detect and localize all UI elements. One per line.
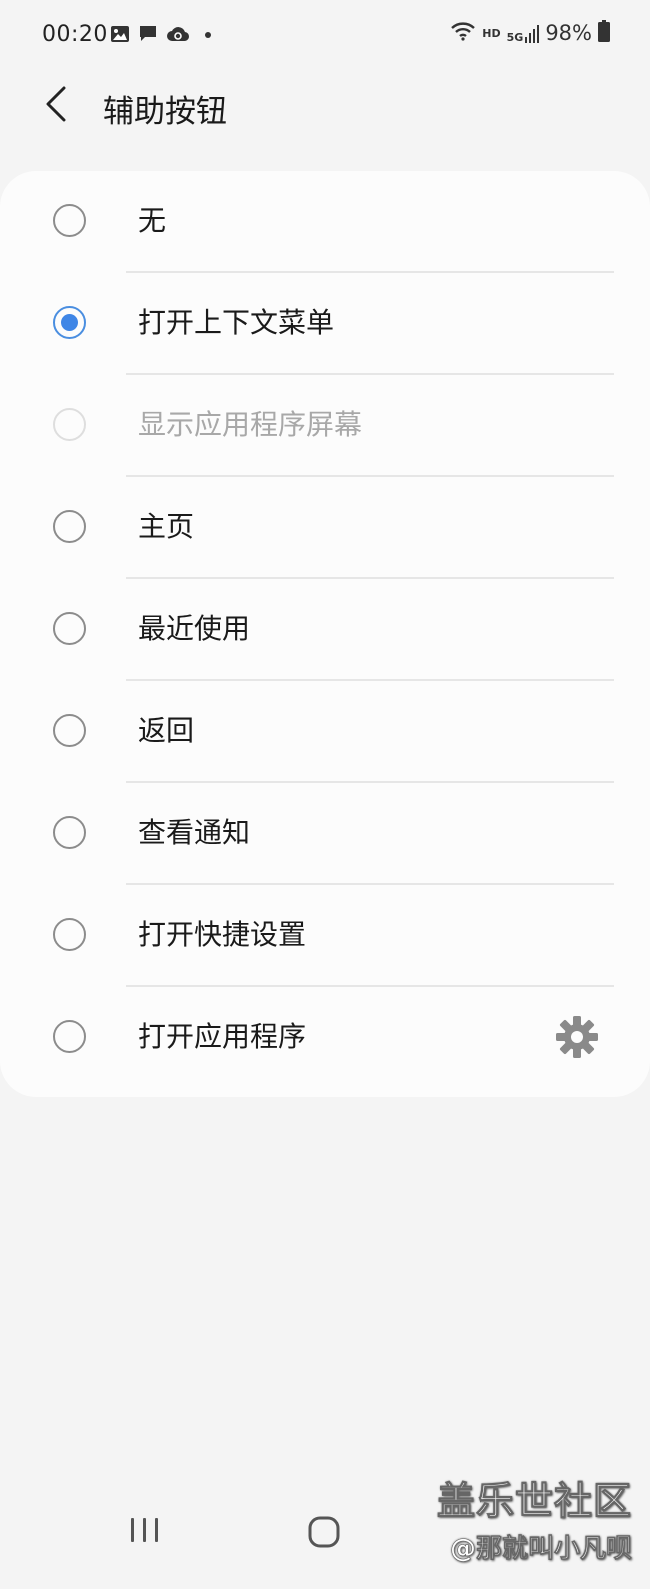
option-home[interactable]: 主页: [0, 477, 650, 579]
cloud-sync-icon: [166, 25, 190, 43]
radio-button-checked[interactable]: [53, 306, 86, 339]
option-label: 打开上下文菜单: [138, 306, 335, 339]
status-bar: 00:20 HD 5G 98%: [0, 0, 650, 72]
options-card: 无 打开上下文菜单 显示应用程序屏幕 主页 最近使用 返回 查看通知 打开快捷设…: [0, 171, 650, 1097]
chevron-left-icon: [44, 86, 68, 126]
radio-button[interactable]: [53, 918, 86, 951]
option-label: 查看通知: [138, 816, 251, 849]
option-show-apps-screen: 显示应用程序屏幕: [0, 375, 650, 477]
battery-percent: 98%: [545, 21, 592, 45]
option-label: 主页: [138, 510, 195, 543]
radio-button[interactable]: [53, 510, 86, 543]
hd-indicator: HD: [482, 26, 501, 40]
image-icon: [110, 25, 130, 43]
radio-button[interactable]: [53, 612, 86, 645]
option-label: 最近使用: [138, 612, 251, 645]
option-label: 返回: [138, 714, 195, 747]
gear-icon[interactable]: [554, 1014, 600, 1060]
signal-icon: 5G: [507, 23, 540, 43]
app-header: 辅助按钮: [0, 72, 650, 144]
option-label: 打开快捷设置: [138, 918, 307, 951]
option-recents[interactable]: 最近使用: [0, 579, 650, 681]
option-open-app[interactable]: 打开应用程序: [0, 987, 650, 1089]
option-view-notifications[interactable]: 查看通知: [0, 783, 650, 885]
nav-bar: [0, 1496, 650, 1589]
option-label: 无: [138, 204, 167, 237]
page-title: 辅助按钮: [103, 94, 227, 130]
option-none[interactable]: 无: [0, 171, 650, 273]
radio-button[interactable]: [53, 204, 86, 237]
message-icon: [138, 24, 158, 43]
radio-button-disabled: [53, 408, 86, 441]
radio-button[interactable]: [53, 1020, 86, 1053]
system-icons: HD 5G 98%: [450, 20, 610, 46]
battery-icon: [598, 20, 610, 46]
option-label: 显示应用程序屏幕: [138, 408, 363, 441]
notification-icons: [110, 24, 214, 43]
home-icon[interactable]: [302, 1510, 346, 1554]
status-time: 00:20: [42, 22, 108, 47]
radio-button[interactable]: [53, 714, 86, 747]
wifi-icon: [450, 21, 476, 45]
option-quick-settings[interactable]: 打开快捷设置: [0, 885, 650, 987]
option-label: 打开应用程序: [138, 1020, 307, 1053]
dot-icon: [198, 26, 214, 42]
option-open-context-menu[interactable]: 打开上下文菜单: [0, 273, 650, 375]
recents-icon[interactable]: [125, 1510, 165, 1550]
5g-indicator: 5G: [506, 31, 524, 44]
option-back[interactable]: 返回: [0, 681, 650, 783]
radio-button[interactable]: [53, 816, 86, 849]
back-button[interactable]: [30, 80, 82, 132]
